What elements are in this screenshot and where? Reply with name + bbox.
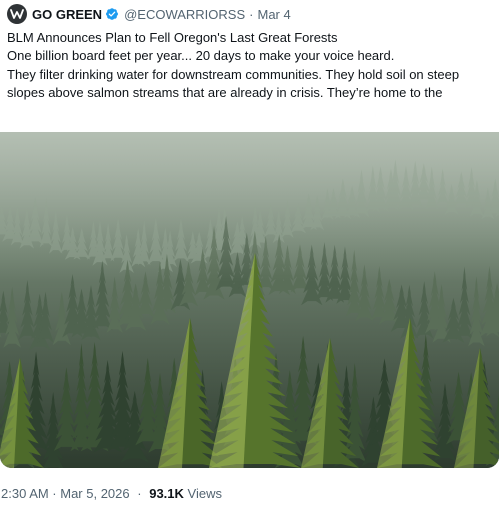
go-green-logo-icon[interactable] <box>7 4 27 24</box>
author-name[interactable]: GO GREEN <box>32 7 102 22</box>
separator-dot: · <box>137 486 142 501</box>
post-text: BLM Announces Plan to Fell Oregon's Last… <box>7 29 493 102</box>
separator-dot: · <box>249 6 254 22</box>
post-image[interactable] <box>0 132 499 468</box>
post-headline: BLM Announces Plan to Fell Oregon's Last… <box>7 30 338 45</box>
post-card: GO GREEN @ECOWARRIORSS · Mar 4 BLM Annou… <box>0 0 499 507</box>
post-subheadline: One billion board feet per year... 20 da… <box>7 48 395 64</box>
views-count: 93.1K <box>149 486 184 501</box>
forest-photo <box>0 132 499 468</box>
post-timestamp[interactable]: 2:30 AM · Mar 5, 2026 <box>1 486 130 501</box>
post-paragraph: They filter drinking water for downstrea… <box>7 66 460 100</box>
verified-badge-icon <box>105 7 119 21</box>
views-label: Views <box>187 486 222 501</box>
post-header: GO GREEN @ECOWARRIORSS · Mar 4 <box>7 4 291 24</box>
author-handle[interactable]: @ECOWARRIORSS <box>124 7 245 22</box>
post-date[interactable]: Mar 4 <box>257 7 290 22</box>
post-meta: 2:30 AM · Mar 5, 2026 · 93.1K Views <box>1 486 222 501</box>
